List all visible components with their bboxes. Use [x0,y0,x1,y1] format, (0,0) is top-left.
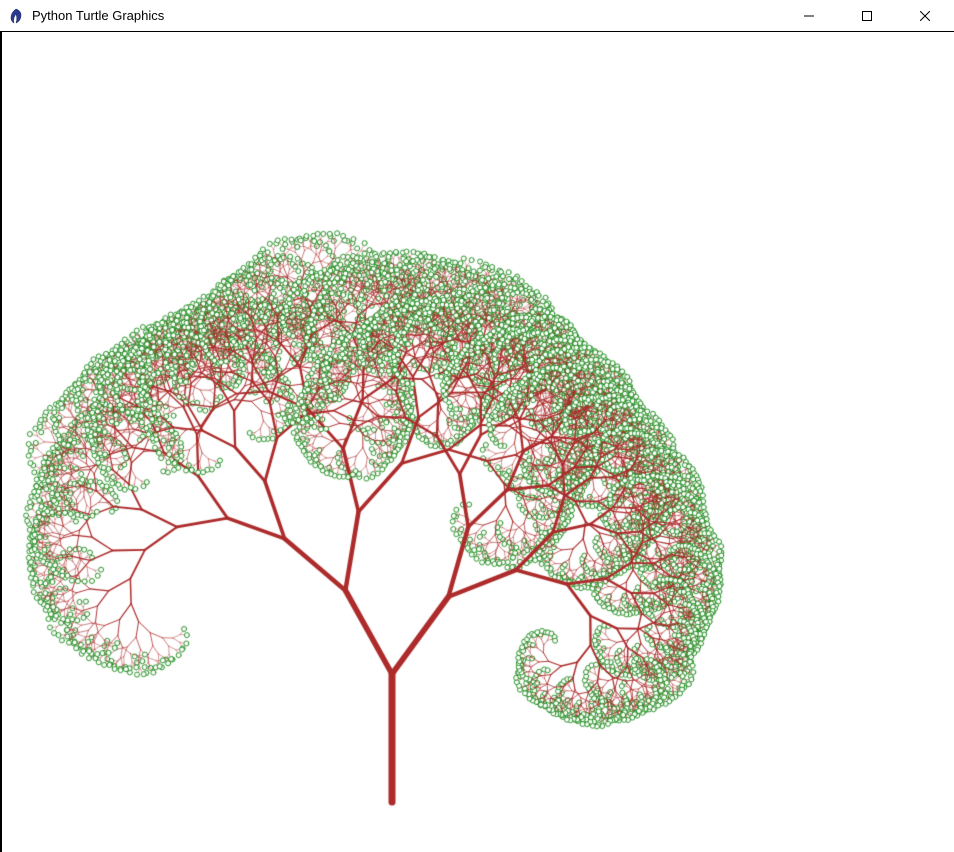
turtle-canvas [2,32,954,852]
maximize-icon [862,11,872,21]
maximize-button[interactable] [838,0,896,32]
app-window: Python Turtle Graphics [0,0,954,852]
python-turtle-feather-icon [8,8,24,24]
close-button[interactable] [896,0,954,32]
window-title: Python Turtle Graphics [32,0,780,32]
turtle-canvas-area [2,32,954,852]
titlebar[interactable]: Python Turtle Graphics [0,0,954,32]
minimize-button[interactable] [780,0,838,32]
window-controls [780,0,954,31]
minimize-icon [804,11,814,21]
close-icon [920,11,930,21]
